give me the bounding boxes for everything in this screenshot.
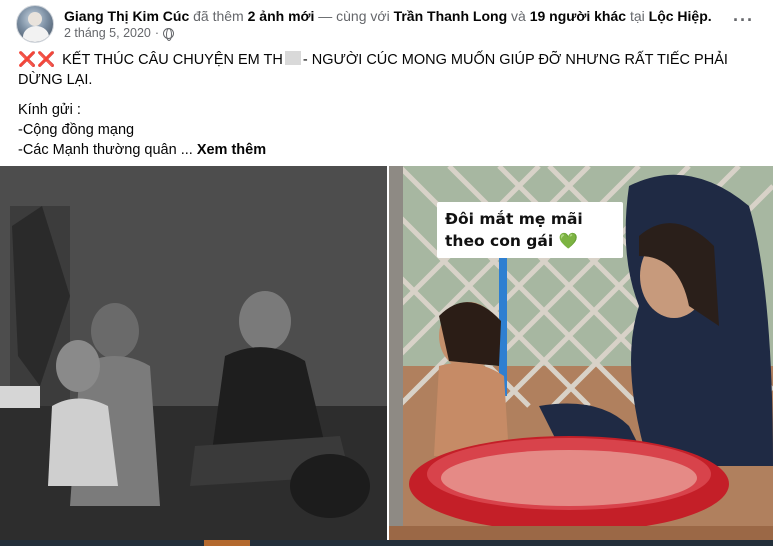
post-date[interactable]: 2 tháng 5, 2020 xyxy=(64,26,151,40)
globe-icon xyxy=(163,27,175,41)
more-options-icon[interactable]: ··· xyxy=(733,10,754,31)
cross-mark-icon: ❌❌ xyxy=(18,52,57,68)
at-text: tại xyxy=(629,8,645,24)
bottom-bar xyxy=(0,540,773,546)
caption-line-1: Đôi mắt mẹ mãi xyxy=(445,210,583,228)
others-link[interactable]: 19 người khác xyxy=(530,8,626,24)
location-link[interactable]: Lộc Hiệp. xyxy=(649,8,712,24)
redacted-text xyxy=(284,51,301,65)
author-name[interactable]: Giang Thị Kim Cúc xyxy=(64,8,189,24)
with-text: — cùng với xyxy=(318,8,390,24)
recipient-line-2: -Các Mạnh thường quân ... Xem thêm xyxy=(18,140,758,160)
recipient-line-2-text: -Các Mạnh thường quân ... xyxy=(18,142,193,158)
caption-line-2: theo con gái 💚 xyxy=(445,230,615,252)
tagged-user-link[interactable]: Trần Thanh Long xyxy=(394,8,508,24)
and-text: và xyxy=(511,8,526,24)
greeting-line: Kính gửi : xyxy=(18,102,81,118)
caption-line-2-text: theo con gái xyxy=(445,232,554,250)
photo-count-link[interactable]: 2 ảnh mới xyxy=(248,8,315,24)
green-heart-icon: 💚 xyxy=(558,232,578,250)
bottom-bar-accent xyxy=(204,540,250,546)
photo-right[interactable]: Đôi mắt mẹ mãi theo con gái 💚 xyxy=(389,166,773,546)
post-title: ❌❌ KẾT THÚC CÂU CHUYỆN EM TH - NGƯỜI CÚC M… xyxy=(18,50,758,90)
photo-left[interactable] xyxy=(0,166,387,546)
photo-grid: Đôi mắt mẹ mãi theo con gái 💚 xyxy=(0,166,773,546)
title-part-1: KẾT THÚC CÂU CHUYỆN EM TH xyxy=(62,52,283,68)
recipient-line-1: -Cộng đồng mạng xyxy=(18,122,135,138)
photo-caption: Đôi mắt mẹ mãi theo con gái 💚 xyxy=(437,202,623,258)
see-more-link[interactable]: Xem thêm xyxy=(197,142,266,158)
post-text: ❌❌ KẾT THÚC CÂU CHUYỆN EM TH - NGƯỜI CÚC M… xyxy=(18,50,758,160)
post-header-line: Giang Thị Kim Cúc đã thêm 2 ảnh mới — cù… xyxy=(64,7,712,25)
photo-left-illustration xyxy=(0,166,387,546)
post-header: Giang Thị Kim Cúc đã thêm 2 ảnh mới — cù… xyxy=(12,4,762,44)
meta-separator: · xyxy=(154,26,160,40)
action-text: đã thêm xyxy=(193,8,244,24)
post-meta: 2 tháng 5, 2020 · xyxy=(64,26,175,41)
author-avatar[interactable] xyxy=(16,5,54,43)
